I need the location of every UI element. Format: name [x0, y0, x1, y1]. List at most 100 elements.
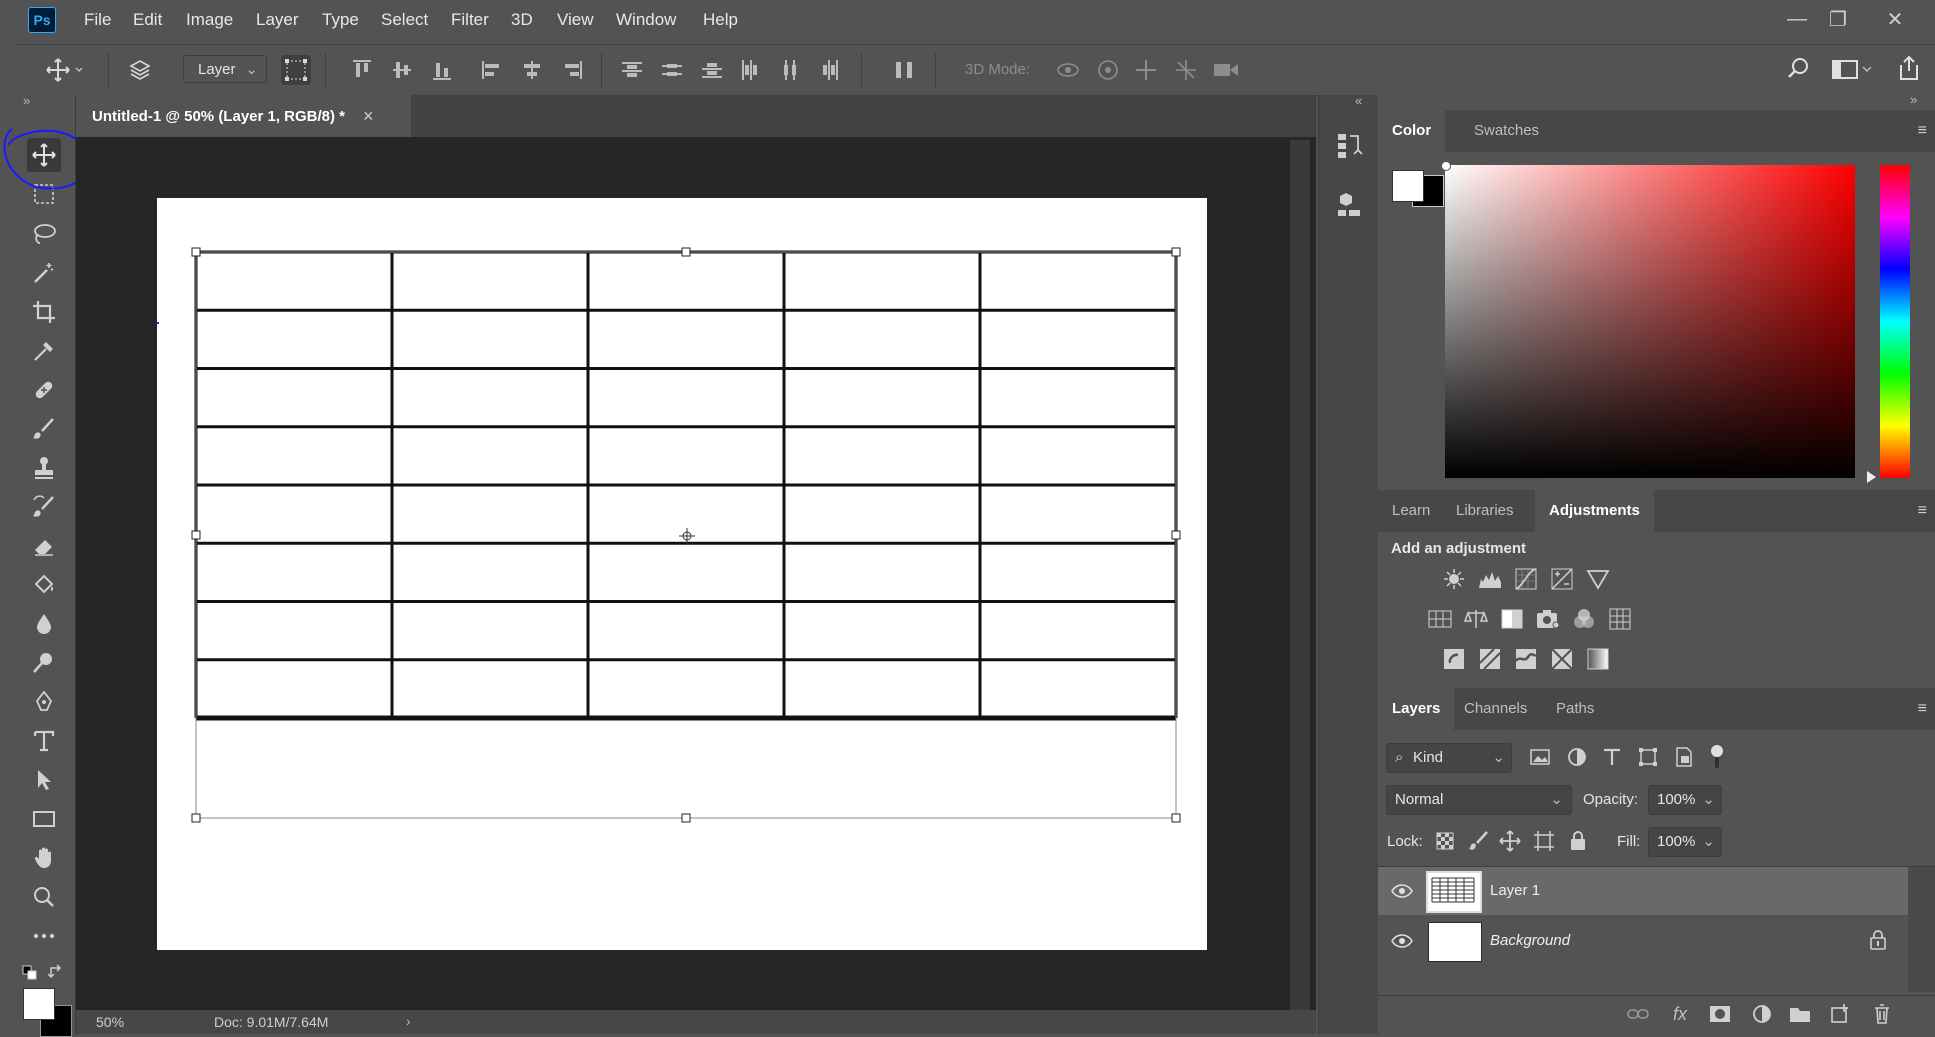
healing-brush-tool[interactable]	[27, 373, 61, 407]
distribute-bottom-icon[interactable]	[699, 57, 725, 83]
exposure-icon[interactable]	[1548, 565, 1576, 593]
menu-layer[interactable]: Layer	[256, 10, 299, 30]
share-icon[interactable]	[1895, 53, 1923, 83]
hand-tool[interactable]	[27, 841, 61, 875]
layers-scrollbar[interactable]	[1908, 867, 1935, 992]
menu-filter[interactable]: Filter	[451, 10, 489, 30]
collapse-panels-icon[interactable]: «	[1355, 93, 1362, 108]
magic-wand-tool[interactable]	[27, 256, 61, 290]
align-horizontal-center-icon[interactable]	[519, 57, 545, 83]
auto-select-icon[interactable]	[127, 57, 153, 83]
tab-swatches[interactable]: Swatches	[1460, 110, 1553, 152]
panel-menu-icon[interactable]: ≡	[1918, 502, 1927, 520]
search-icon[interactable]	[1785, 55, 1813, 83]
menu-type[interactable]: Type	[322, 10, 359, 30]
menu-file[interactable]: File	[84, 10, 111, 30]
distribute-horizontal-center-icon[interactable]	[777, 57, 803, 83]
foreground-color-swatch[interactable]	[23, 988, 55, 1020]
tab-channels[interactable]: Channels	[1450, 688, 1541, 730]
new-group-icon[interactable]	[1786, 1000, 1814, 1028]
default-colors-icon[interactable]	[22, 965, 38, 981]
dodge-tool[interactable]	[27, 646, 61, 680]
type-tool[interactable]	[27, 724, 61, 758]
align-top-icon[interactable]	[349, 57, 375, 83]
tab-paths[interactable]: Paths	[1542, 688, 1608, 730]
eyedropper-tool[interactable]	[27, 334, 61, 368]
vertical-scrollbar[interactable]	[1290, 140, 1310, 1010]
path-selection-tool[interactable]	[27, 763, 61, 797]
document-size-info[interactable]: Doc: 9.01M/7.64M	[214, 1014, 328, 1030]
lock-position-icon[interactable]	[1498, 829, 1522, 853]
color-spectrum[interactable]	[1445, 165, 1855, 478]
expand-toolbar-icon[interactable]: »	[23, 93, 30, 108]
zoom-level[interactable]: 50%	[96, 1014, 124, 1030]
menu-view[interactable]: View	[557, 10, 594, 30]
menu-image[interactable]: Image	[186, 10, 233, 30]
filter-type-icon[interactable]	[1600, 745, 1624, 769]
align-left-icon[interactable]	[479, 57, 505, 83]
tab-color[interactable]: Color	[1378, 110, 1446, 152]
vibrance-icon[interactable]	[1584, 565, 1612, 593]
filter-toggle-switch[interactable]	[1710, 742, 1724, 772]
tab-learn[interactable]: Learn	[1378, 490, 1444, 532]
new-adjustment-layer-icon[interactable]	[1748, 1000, 1776, 1028]
layer-row-layer-1[interactable]: Layer 1	[1378, 867, 1908, 915]
chevron-down-icon[interactable]: ⌄	[1702, 786, 1715, 814]
visibility-eye-icon[interactable]	[1390, 931, 1414, 951]
delete-layer-icon[interactable]	[1868, 1000, 1896, 1028]
menu-help[interactable]: Help	[703, 10, 738, 30]
black-white-icon[interactable]	[1498, 605, 1526, 633]
curves-icon[interactable]	[1512, 565, 1540, 593]
tab-libraries[interactable]: Libraries	[1442, 490, 1528, 532]
more-tools-icon[interactable]	[27, 919, 61, 953]
menu-select[interactable]: Select	[381, 10, 428, 30]
gradient-map-icon[interactable]	[1584, 645, 1612, 673]
visibility-eye-icon[interactable]	[1390, 881, 1414, 901]
panel-menu-icon[interactable]: ≡	[1918, 122, 1927, 140]
opacity-input[interactable]: 100% ⌄	[1648, 785, 1722, 815]
new-layer-icon[interactable]	[1826, 1000, 1854, 1028]
layer-row-background[interactable]: Background	[1378, 917, 1908, 965]
align-right-icon[interactable]	[559, 57, 585, 83]
threshold-icon[interactable]	[1512, 645, 1540, 673]
align-vertical-center-icon[interactable]	[389, 57, 415, 83]
layer-name[interactable]: Layer 1	[1490, 882, 1540, 899]
hue-slider-handle[interactable]	[1867, 471, 1876, 483]
history-panel-icon[interactable]	[1334, 130, 1364, 160]
tab-adjustments[interactable]: Adjustments	[1535, 490, 1654, 532]
layer-name[interactable]: Background	[1490, 932, 1570, 949]
zoom-tool[interactable]	[27, 880, 61, 914]
filter-pixel-icon[interactable]	[1528, 745, 1552, 769]
menu-window[interactable]: Window	[616, 10, 676, 30]
filter-adjustment-icon[interactable]	[1565, 745, 1589, 769]
paint-bucket-tool[interactable]	[27, 568, 61, 602]
distribute-spacing-icon[interactable]	[891, 57, 917, 83]
color-picker-marker[interactable]	[1441, 161, 1451, 171]
blend-mode-dropdown[interactable]: Normal ⌄	[1386, 785, 1572, 815]
distribute-right-icon[interactable]	[817, 57, 843, 83]
distribute-left-icon[interactable]	[737, 57, 763, 83]
lock-artboard-icon[interactable]	[1532, 829, 1556, 853]
close-document-icon[interactable]: ×	[363, 106, 374, 127]
channel-mixer-icon[interactable]	[1570, 605, 1598, 633]
lock-all-icon[interactable]	[1566, 829, 1590, 853]
brush-tool[interactable]	[27, 412, 61, 446]
close-window-button[interactable]: ✕	[1875, 4, 1915, 34]
document-tab[interactable]: Untitled-1 @ 50% (Layer 1, RGB/8) * ×	[76, 95, 411, 137]
levels-icon[interactable]	[1476, 565, 1504, 593]
pen-tool[interactable]	[27, 685, 61, 719]
tab-layers[interactable]: Layers	[1378, 688, 1455, 730]
hue-saturation-icon[interactable]	[1426, 605, 1454, 633]
add-mask-icon[interactable]	[1706, 1000, 1734, 1028]
move-tool-preset-icon[interactable]	[45, 57, 85, 83]
document-canvas[interactable]	[157, 198, 1207, 950]
clone-stamp-tool[interactable]	[27, 451, 61, 485]
distribute-top-icon[interactable]	[619, 57, 645, 83]
transform-controls-icon[interactable]	[281, 55, 311, 85]
history-brush-tool[interactable]	[27, 490, 61, 524]
lasso-tool[interactable]	[27, 217, 61, 251]
minimize-button[interactable]: —	[1777, 4, 1817, 34]
auto-select-dropdown[interactable]: Layer ⌄	[183, 55, 267, 83]
eraser-tool[interactable]	[27, 529, 61, 563]
filter-smart-object-icon[interactable]	[1672, 745, 1696, 769]
